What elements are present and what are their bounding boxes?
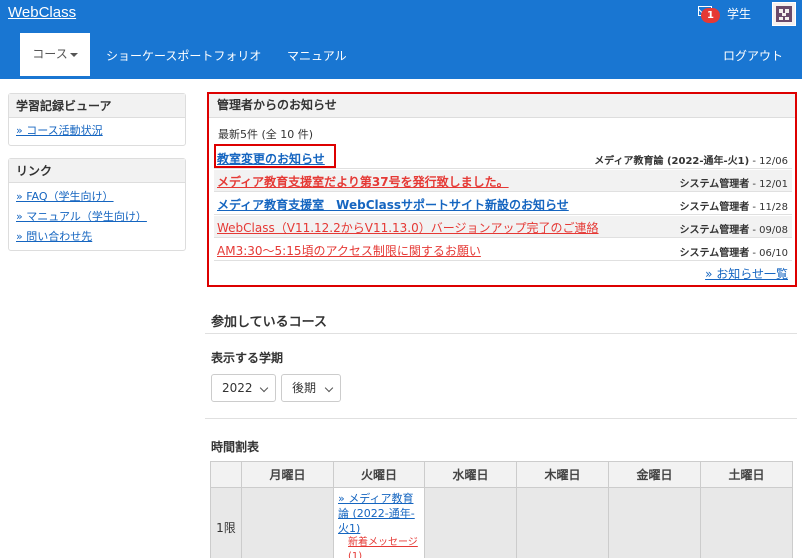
divider: [205, 418, 797, 419]
news-item-date: - 06/10: [749, 248, 788, 259]
top-header: WebClass 1 学生: [0, 0, 802, 28]
news-item-link[interactable]: メディア教育支援室 WebClassサポートサイト新設のお知らせ: [217, 196, 569, 213]
timetable-header-row: 月曜日 火曜日 水曜日 木曜日 金曜日 土曜日: [210, 461, 793, 488]
user-name[interactable]: 学生: [727, 5, 751, 22]
news-count: 最新5件 (全 10 件): [218, 128, 314, 141]
news-item-source: システム管理者: [679, 248, 750, 259]
links-title: リンク: [9, 159, 185, 183]
day-header: 土曜日: [700, 461, 793, 488]
chevron-down-icon: [324, 383, 334, 393]
links-panel: リンク » FAQ（学生向け） » マニュアル（学生向け） » 問い合わせ先: [8, 158, 186, 251]
learning-viewer-title: 学習記録ビューア: [9, 94, 185, 118]
news-item-meta: メディア教育論 (2022-通年-火1) - 12/06: [594, 152, 788, 167]
news-item: WebClass（V11.12.2からV11.13.0）バージョンアップ完了のご…: [214, 216, 792, 238]
news-item-date: - 12/06: [749, 156, 788, 167]
timetable-cell: [424, 487, 517, 558]
news-item-link[interactable]: AM3:30～5:15頃のアクセス制限に関するお願い: [217, 242, 481, 259]
course-link[interactable]: » メディア教育論 (2022-通年-火1): [338, 491, 422, 536]
day-header: 火曜日: [333, 461, 425, 488]
mail-badge[interactable]: 1: [701, 8, 720, 23]
timetable-cell: [516, 487, 609, 558]
new-message-link[interactable]: 新着メッセージ(1): [338, 536, 422, 558]
avatar[interactable]: [772, 2, 796, 26]
day-header: 金曜日: [608, 461, 701, 488]
faq-link[interactable]: » FAQ（学生向け）: [9, 187, 185, 207]
news-item-date: - 11/28: [749, 202, 788, 213]
news-item-source: メディア教育論 (2022-通年-火1): [594, 156, 750, 167]
news-item-meta: システム管理者 - 12/01: [680, 175, 789, 190]
timetable-cell: [700, 487, 793, 558]
period-label: 1限: [210, 487, 242, 558]
course-menu[interactable]: コース: [20, 33, 90, 76]
admin-news-panel: 管理者からのお知らせ 最新5件 (全 10 件) 教室変更のお知らせ メディア教…: [207, 92, 797, 287]
caret-down-icon: [69, 52, 78, 57]
term-select[interactable]: 後期: [281, 374, 341, 402]
news-item-date: - 12/01: [749, 179, 788, 190]
news-item-link[interactable]: メディア教育支援室だより第37号を発行致しました。: [217, 173, 509, 190]
news-item: AM3:30～5:15頃のアクセス制限に関するお願い システム管理者 - 06/…: [214, 239, 792, 261]
nav-showcase[interactable]: ショーケースポートフォリオ: [106, 47, 261, 64]
learning-viewer-panel: 学習記録ビューア » コース活動状況: [8, 93, 186, 146]
timetable-cell: [608, 487, 701, 558]
term-value: 後期: [292, 381, 317, 395]
main-nav: コース ショーケースポートフォリオ マニュアル ログアウト: [0, 28, 802, 79]
news-item: メディア教育支援室だより第37号を発行致しました。 システム管理者 - 12/0…: [214, 170, 792, 192]
nav-manual[interactable]: マニュアル: [287, 47, 347, 64]
news-item-date: - 09/08: [749, 225, 788, 236]
course-menu-label: コース: [32, 47, 68, 61]
day-header: 月曜日: [241, 461, 334, 488]
term-label: 表示する学期: [211, 351, 284, 365]
course-activity-link[interactable]: » コース活動状況: [9, 121, 185, 141]
news-list-link[interactable]: » お知らせ一覧: [705, 265, 788, 282]
news-item: メディア教育支援室 WebClassサポートサイト新設のお知らせ システム管理者…: [214, 193, 792, 215]
timetable-row: 1限 » メディア教育論 (2022-通年-火1) 新着メッセージ(1): [210, 487, 793, 558]
news-item-meta: システム管理者 - 06/10: [680, 244, 789, 259]
day-header: 木曜日: [516, 461, 609, 488]
news-highlight-box: [214, 144, 336, 168]
chevron-down-icon: [259, 383, 269, 393]
news-item-link[interactable]: WebClass（V11.12.2からV11.13.0）バージョンアップ完了のご…: [217, 219, 599, 236]
day-header: 水曜日: [424, 461, 517, 488]
news-title: 管理者からのお知らせ: [209, 94, 795, 118]
timetable-corner: [210, 461, 242, 488]
timetable-title: 時間割表: [211, 440, 260, 454]
news-item-meta: システム管理者 - 11/28: [680, 198, 789, 213]
year-value: 2022: [222, 381, 253, 395]
manual-link[interactable]: » マニュアル（学生向け）: [9, 207, 185, 227]
year-select[interactable]: 2022: [211, 374, 276, 402]
nav-logout[interactable]: ログアウト: [723, 47, 783, 64]
news-item-source: システム管理者: [679, 179, 750, 190]
timetable: 月曜日 火曜日 水曜日 木曜日 金曜日 土曜日 1限 » メディア教育論 (20…: [210, 461, 793, 558]
timetable-cell: [241, 487, 334, 558]
news-item-meta: システム管理者 - 09/08: [680, 221, 789, 236]
contact-link[interactable]: » 問い合わせ先: [9, 227, 185, 247]
timetable-cell: » メディア教育論 (2022-通年-火1) 新着メッセージ(1): [333, 487, 425, 558]
brand-link[interactable]: WebClass: [8, 4, 76, 21]
courses-title: 参加しているコース: [211, 315, 327, 330]
divider: [205, 333, 797, 334]
news-item-source: システム管理者: [679, 202, 750, 213]
news-item-source: システム管理者: [679, 225, 750, 236]
